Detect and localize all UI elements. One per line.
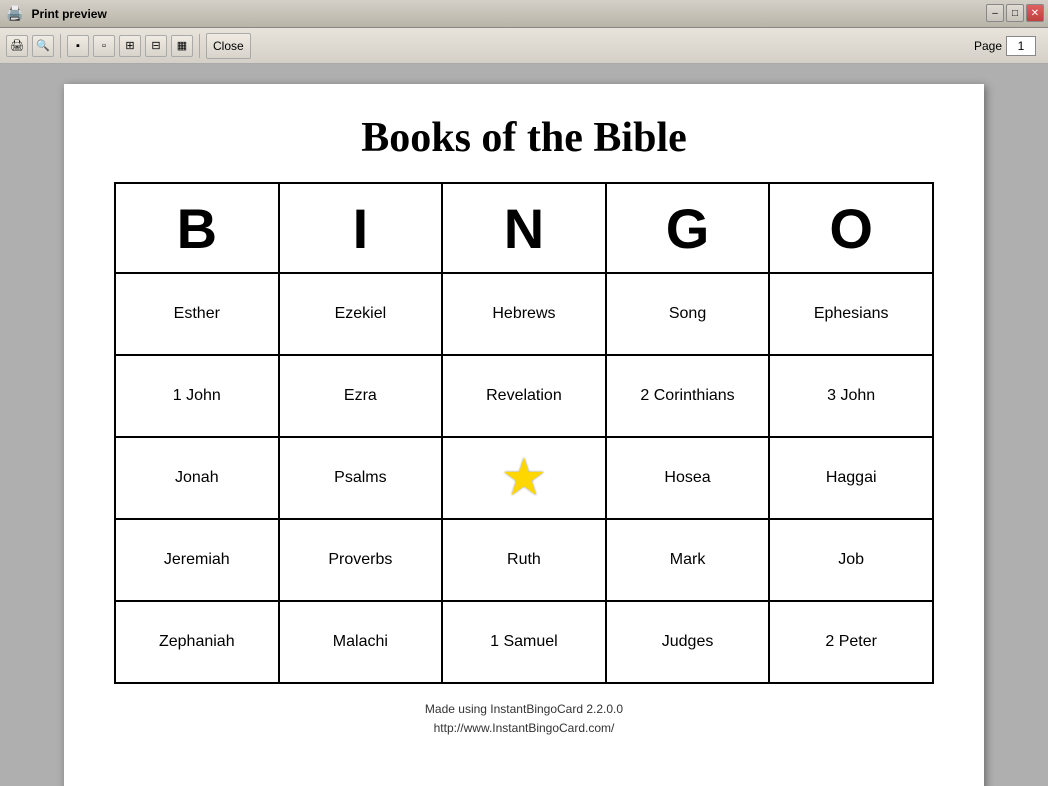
paper: Books of the Bible B I N G O EstherEzeki… (64, 84, 984, 786)
window-title: Print preview (31, 7, 106, 21)
page-number-input[interactable] (1006, 36, 1036, 56)
main-area: Books of the Bible B I N G O EstherEzeki… (0, 64, 1048, 786)
bingo-cell: Esther (115, 273, 279, 355)
bingo-header-row: B I N G O (115, 183, 933, 273)
bingo-cell: Psalms (279, 437, 443, 519)
footer-line1: Made using InstantBingoCard 2.2.0.0 (425, 700, 623, 719)
bingo-cell: Revelation (442, 355, 606, 437)
close-button[interactable]: ✕ (1026, 4, 1044, 22)
bingo-cell: Hebrews (442, 273, 606, 355)
header-g: G (606, 183, 770, 273)
separator-1 (60, 34, 61, 58)
table-row: ZephaniahMalachi1 SamuelJudges2 Peter (115, 601, 933, 683)
bingo-cell: Song (606, 273, 770, 355)
bingo-cell: 1 John (115, 355, 279, 437)
table-row: JeremiahProverbsRuthMarkJob (115, 519, 933, 601)
bingo-cell: Ephesians (769, 273, 933, 355)
table-row: EstherEzekielHebrewsSongEphesians (115, 273, 933, 355)
bingo-cell: Hosea (606, 437, 770, 519)
header-i: I (279, 183, 443, 273)
header-o: O (769, 183, 933, 273)
bingo-grid: B I N G O EstherEzekielHebrewsSongEphesi… (114, 182, 934, 684)
header-b: B (115, 183, 279, 273)
bingo-cell: Proverbs (279, 519, 443, 601)
window-controls: – □ ✕ (986, 4, 1044, 22)
view-icon-5[interactable]: ▦ (171, 35, 193, 57)
bingo-cell: Jeremiah (115, 519, 279, 601)
separator-2 (199, 34, 200, 58)
footer-line2: http://www.InstantBingoCard.com/ (425, 719, 623, 738)
bingo-cell: 2 Peter (769, 601, 933, 683)
bingo-cell: 1 Samuel (442, 601, 606, 683)
bingo-cell: Malachi (279, 601, 443, 683)
bingo-cell: Ruth (442, 519, 606, 601)
bingo-cell: Job (769, 519, 933, 601)
close-preview-button[interactable]: Close (206, 33, 251, 59)
bingo-cell: Ezekiel (279, 273, 443, 355)
minimize-button[interactable]: – (986, 4, 1004, 22)
view-icon-3[interactable]: ⊞ (119, 35, 141, 57)
free-space-star: ★ (501, 448, 548, 508)
page-label: Page (974, 39, 1002, 53)
toolbar: 🖨 🔍 ▪ ▫ ⊞ ⊟ ▦ Close Page (0, 28, 1048, 64)
title-bar: 🖨️ Print preview – □ ✕ (0, 0, 1048, 28)
print-icon[interactable]: 🖨 (6, 35, 28, 57)
table-row: JonahPsalms ★ HoseaHaggai (115, 437, 933, 519)
bingo-cell: 3 John (769, 355, 933, 437)
table-row: 1 JohnEzraRevelation2 Corinthians3 John (115, 355, 933, 437)
view-icon-4[interactable]: ⊟ (145, 35, 167, 57)
view-icon-1[interactable]: ▪ (67, 35, 89, 57)
page-info: Page (974, 36, 1036, 56)
view-icon-2[interactable]: ▫ (93, 35, 115, 57)
zoom-icon[interactable]: 🔍 (32, 35, 54, 57)
bingo-cell: Judges (606, 601, 770, 683)
header-n: N (442, 183, 606, 273)
bingo-cell: Mark (606, 519, 770, 601)
bingo-cell: Haggai (769, 437, 933, 519)
bingo-cell: 2 Corinthians (606, 355, 770, 437)
bingo-cell: Jonah (115, 437, 279, 519)
footer: Made using InstantBingoCard 2.2.0.0 http… (425, 700, 623, 738)
bingo-cell: Zephaniah (115, 601, 279, 683)
maximize-button[interactable]: □ (1006, 4, 1024, 22)
bingo-cell: Ezra (279, 355, 443, 437)
bingo-cell: ★ (442, 437, 606, 519)
bingo-title: Books of the Bible (361, 114, 687, 162)
